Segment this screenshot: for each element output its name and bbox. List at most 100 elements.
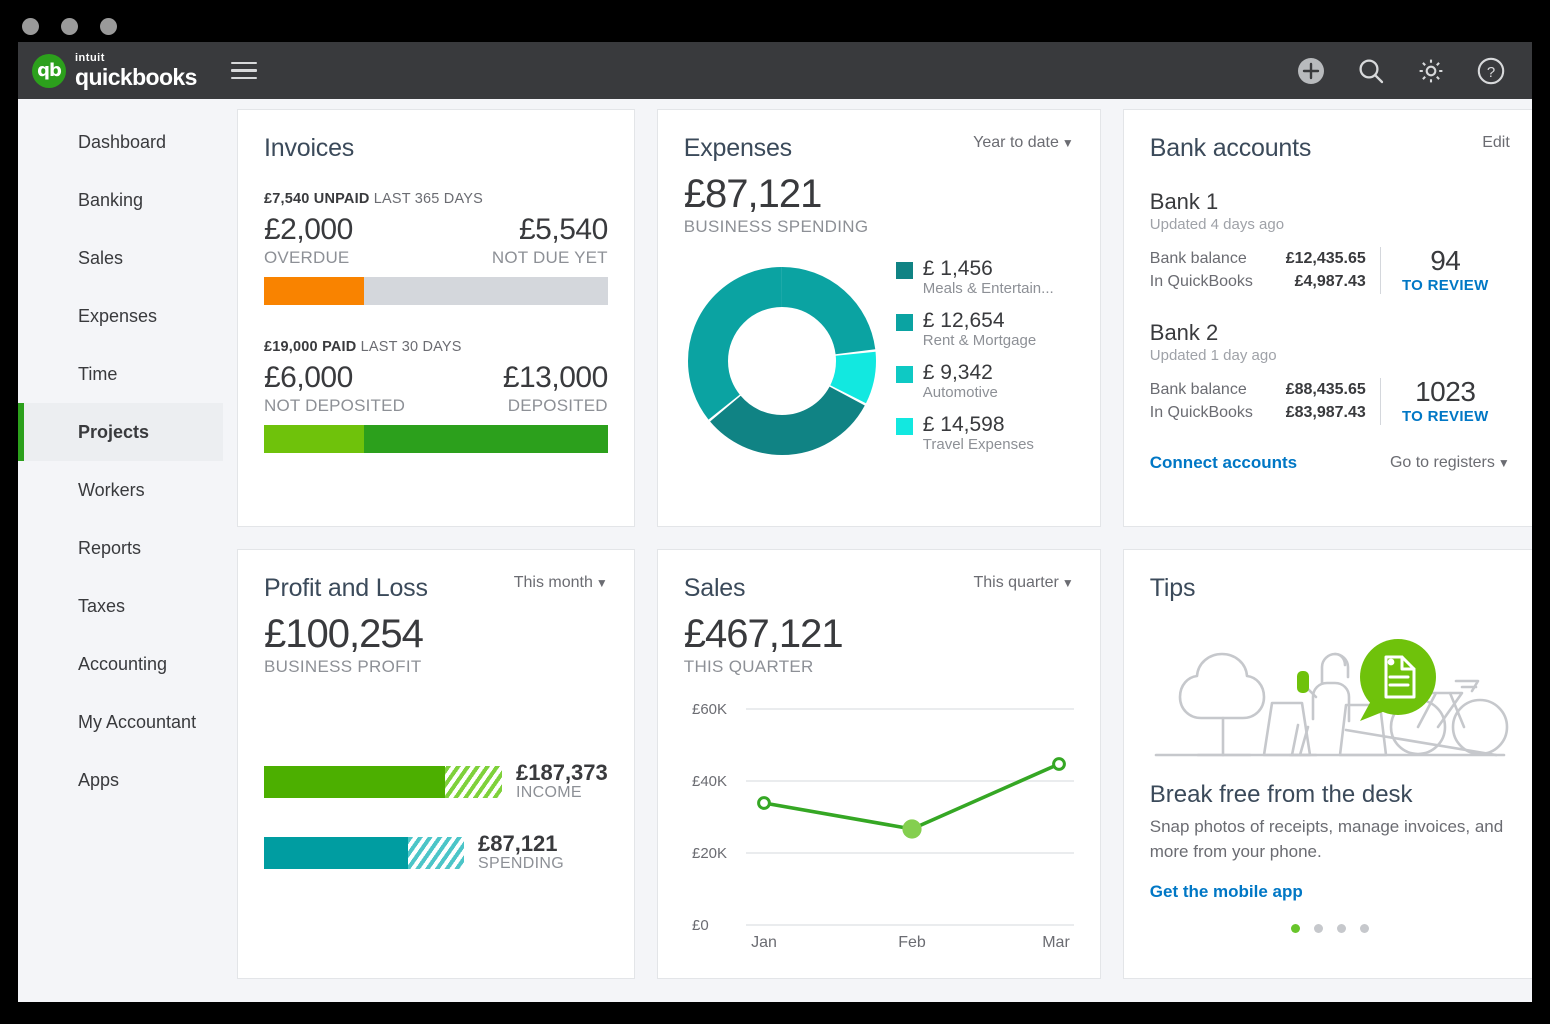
sales-card: Sales This quarter▼ £467,121 THIS QUARTE… <box>657 549 1101 979</box>
invoices-paid-bar[interactable] <box>264 425 608 453</box>
profit-loss-title: Profit and Loss <box>264 574 428 603</box>
bank-review-button[interactable]: 94 TO REVIEW <box>1380 247 1510 294</box>
expenses-card: Expenses Year to date▼ £87,121 BUSINESS … <box>657 109 1101 527</box>
sidebar-item-projects[interactable]: Projects <box>18 403 223 461</box>
income-amount: £187,373 <box>516 761 608 784</box>
bank-balance-value: £12,435.65 <box>1286 247 1366 270</box>
quickbooks-logo[interactable]: qb intuit quickbooks <box>32 53 197 89</box>
bank-name: Bank 1 <box>1150 189 1510 215</box>
hamburger-menu-icon[interactable] <box>231 62 257 80</box>
bank-review-button[interactable]: 1023 TO REVIEW <box>1380 378 1510 425</box>
expenses-total-label: BUSINESS SPENDING <box>684 217 1074 237</box>
sidebar-item-my-accountant[interactable]: My Accountant <box>18 693 223 751</box>
sidebar-item-sales[interactable]: Sales <box>18 229 223 287</box>
tips-body: Snap photos of receipts, manage invoices… <box>1150 815 1510 864</box>
profit-loss-total-label: BUSINESS PROFIT <box>264 657 608 677</box>
legend-swatch <box>896 366 913 383</box>
sidebar-item-banking[interactable]: Banking <box>18 171 223 229</box>
go-to-registers-dropdown[interactable]: Go to registers▼ <box>1390 454 1510 472</box>
sidebar-item-accounting[interactable]: Accounting <box>18 635 223 693</box>
bank-balance-value: £88,435.65 <box>1286 378 1366 401</box>
sales-total-label: THIS QUARTER <box>684 657 1074 677</box>
profit-loss-income-row[interactable]: £187,373 INCOME <box>264 761 608 802</box>
legend-item[interactable]: £ 12,654 Rent & Mortgage <box>896 309 1054 350</box>
bank-account-row: Bank 2 Updated 1 day ago Bank balance £8… <box>1150 320 1510 425</box>
bank-balance-label: Bank balance <box>1150 378 1247 401</box>
window-close-dot[interactable] <box>22 18 39 35</box>
data-point-jan[interactable] <box>758 798 769 809</box>
expenses-title: Expenses <box>684 134 792 163</box>
expenses-range-label: Year to date <box>973 134 1059 151</box>
sidebar-item-expenses[interactable]: Expenses <box>18 287 223 345</box>
carousel-dot-2[interactable] <box>1314 924 1323 933</box>
data-point-mar[interactable] <box>1053 759 1064 770</box>
legend-swatch <box>896 418 913 435</box>
profit-loss-spending-row[interactable]: £87,121 SPENDING <box>264 832 608 873</box>
sidebar-item-workers[interactable]: Workers <box>18 461 223 519</box>
income-bar-solid <box>264 766 445 798</box>
sidebar-item-taxes[interactable]: Taxes <box>18 577 223 635</box>
carousel-dot-3[interactable] <box>1337 924 1346 933</box>
xtick-label: Mar <box>1042 934 1070 949</box>
legend-category: Automotive <box>923 384 998 401</box>
chevron-down-icon: ▼ <box>1062 136 1074 150</box>
carousel-dot-1[interactable] <box>1291 924 1300 933</box>
connect-accounts-link[interactable]: Connect accounts <box>1150 453 1297 473</box>
profit-loss-card: Profit and Loss This month▼ £100,254 BUS… <box>237 549 635 979</box>
gear-icon[interactable] <box>1416 56 1446 86</box>
ytick-label: £40K <box>692 773 727 790</box>
spending-label: SPENDING <box>478 855 564 873</box>
invoices-unpaid-period: LAST 365 DAYS <box>374 191 483 207</box>
sidebar-item-apps[interactable]: Apps <box>18 751 223 809</box>
dashboard-main: Invoices £7,540 UNPAID LAST 365 DAYS £2,… <box>223 99 1532 1002</box>
chevron-down-icon: ▼ <box>1498 456 1510 470</box>
invoices-not-due-value: £5,540 <box>519 213 608 247</box>
invoices-unpaid-bar[interactable] <box>264 277 608 305</box>
profit-loss-range-dropdown[interactable]: This month▼ <box>514 574 608 592</box>
sales-title: Sales <box>684 574 746 603</box>
bar-segment-deposited <box>364 425 608 453</box>
sales-range-dropdown[interactable]: This quarter▼ <box>974 574 1074 592</box>
bank-qb-label: In QuickBooks <box>1150 401 1253 424</box>
bank-balance-label: Bank balance <box>1150 247 1247 270</box>
income-bar-hatched <box>445 766 502 798</box>
sales-line-chart[interactable]: £60K £40K £20K £0 Jan Feb Mar <box>684 699 1074 949</box>
help-circle-icon[interactable]: ? <box>1476 56 1506 86</box>
sales-range-label: This quarter <box>974 574 1059 591</box>
plus-circle-icon[interactable] <box>1296 56 1326 86</box>
invoices-unpaid-word: UNPAID <box>314 191 370 207</box>
chevron-down-icon: ▼ <box>1062 576 1074 590</box>
legend-item[interactable]: £ 1,456 Meals & Entertain... <box>896 257 1054 298</box>
invoices-not-due-label: NOT DUE YET <box>492 248 608 268</box>
get-mobile-app-link[interactable]: Get the mobile app <box>1150 882 1510 902</box>
app-header: qb intuit quickbooks ? <box>18 42 1532 99</box>
spending-bar-hatched <box>408 837 464 869</box>
carousel-dot-4[interactable] <box>1360 924 1369 933</box>
tips-illustration <box>1150 615 1510 765</box>
sidebar-item-dashboard[interactable]: Dashboard <box>18 113 223 171</box>
app-window: qb intuit quickbooks ? D <box>18 42 1532 1002</box>
invoices-overdue-label: OVERDUE <box>264 248 349 268</box>
bank-account-row: Bank 1 Updated 4 days ago Bank balance £… <box>1150 189 1510 294</box>
spending-amount: £87,121 <box>478 832 564 855</box>
bank-name: Bank 2 <box>1150 320 1510 346</box>
legend-item[interactable]: £ 14,598 Travel Expenses <box>896 413 1054 454</box>
data-point-feb[interactable] <box>903 820 920 837</box>
window-minimize-dot[interactable] <box>61 18 78 35</box>
window-maximize-dot[interactable] <box>100 18 117 35</box>
expenses-range-dropdown[interactable]: Year to date▼ <box>973 134 1074 152</box>
profit-loss-range-label: This month <box>514 574 593 591</box>
qb-logo-mark: qb <box>32 54 66 88</box>
sidebar-nav: Dashboard Banking Sales Expenses Time Pr… <box>18 99 223 1002</box>
sidebar-item-time[interactable]: Time <box>18 345 223 403</box>
sidebar-item-reports[interactable]: Reports <box>18 519 223 577</box>
legend-value: £ 12,654 <box>923 309 1005 332</box>
bank-review-label: TO REVIEW <box>1402 408 1489 425</box>
profit-loss-bars: £187,373 INCOME £87,121 SPENDING <box>264 761 608 873</box>
sales-total: £467,121 <box>684 613 1074 655</box>
bank-accounts-edit-button[interactable]: Edit <box>1482 134 1510 152</box>
legend-item[interactable]: £ 9,342 Automotive <box>896 361 1054 402</box>
expenses-donut-chart[interactable] <box>684 263 880 459</box>
search-icon[interactable] <box>1356 56 1386 86</box>
bank-review-count: 94 <box>1430 247 1460 275</box>
